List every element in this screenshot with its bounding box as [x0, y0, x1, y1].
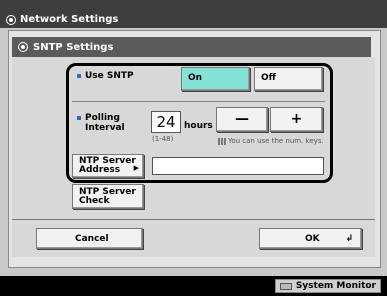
dialog-title-bar: SNTP Settings: [12, 37, 371, 57]
ok-button[interactable]: OK ↲: [259, 228, 362, 249]
use-sntp-label-text: Use SNTP: [85, 71, 134, 81]
window-title: Network Settings: [6, 14, 118, 25]
ok-label: OK: [305, 234, 320, 244]
use-sntp-label: Use SNTP: [77, 71, 134, 81]
ntp-server-check-button[interactable]: NTP Server Check: [72, 184, 144, 209]
arrow-right-icon: ▶: [133, 164, 139, 172]
ntp-server-address-button[interactable]: NTP Server Address ▶: [72, 154, 144, 178]
dialog-title: SNTP Settings: [33, 41, 114, 53]
footer-divider: [12, 219, 375, 220]
title-bar: Network Settings: [0, 0, 387, 28]
system-monitor-label: System Monitor: [295, 281, 376, 291]
bullet-icon: [77, 73, 81, 78]
increase-button[interactable]: +: [270, 107, 323, 132]
sntp-on-button[interactable]: On: [181, 67, 250, 91]
ntp-address-line2: Address: [79, 165, 121, 175]
bullet-icon: [77, 115, 81, 120]
window-title-text: Network Settings: [20, 14, 119, 25]
polling-label-line1: Polling: [85, 113, 120, 123]
enter-icon: ↲: [345, 234, 353, 244]
polling-range: (1-48): [152, 135, 174, 143]
sntp-off-button[interactable]: Off: [254, 67, 323, 91]
numeric-keypad-icon: [218, 137, 226, 145]
ntp-server-address-field[interactable]: [152, 157, 324, 175]
polling-interval-label: Polling Interval: [77, 113, 125, 133]
system-monitor-button[interactable]: System Monitor: [274, 279, 381, 293]
settings-icon: [18, 42, 28, 52]
network-icon: [6, 14, 16, 25]
num-keys-hint: You can use the num. keys.: [218, 137, 324, 145]
polling-unit: hours: [184, 121, 213, 131]
polling-interval-input[interactable]: 24: [151, 111, 181, 133]
ntp-check-line2: Check: [79, 196, 110, 206]
polling-label-line2: Interval: [85, 123, 125, 133]
monitor-icon: [279, 282, 292, 290]
cancel-button[interactable]: Cancel: [36, 228, 143, 249]
screen: Network Settings SNTP Settings Use SNTP …: [0, 0, 387, 296]
num-keys-hint-text: You can use the num. keys.: [228, 137, 324, 145]
divider: [72, 101, 325, 102]
decrease-button[interactable]: —: [216, 107, 268, 132]
